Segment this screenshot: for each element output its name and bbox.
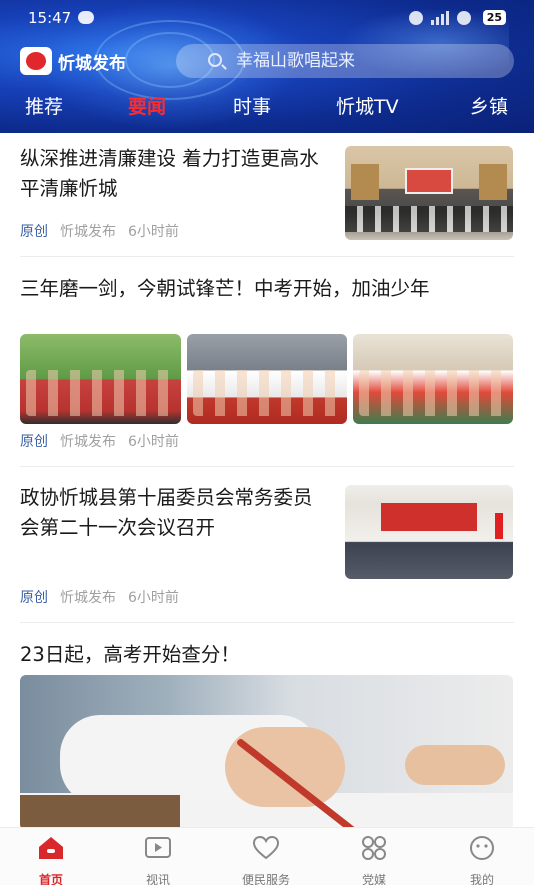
bottom-navigation: 首页 视讯 便民服务 党媒 我的 xyxy=(0,827,534,885)
tab-towns[interactable]: 乡镇 xyxy=(470,92,508,119)
nav-label: 党媒 xyxy=(361,873,386,885)
nav-label: 首页 xyxy=(38,873,63,885)
brand[interactable]: 忻城发布 xyxy=(20,47,126,75)
wifi-icon xyxy=(456,10,471,25)
battery-indicator: 25 xyxy=(482,10,506,25)
article-title: 政协忻城县第十届委员会常务委员会第二十一次会议召开 xyxy=(20,486,313,539)
search-icon xyxy=(208,53,222,67)
article-meta: 原创 忻城发布 6小时前 xyxy=(20,431,179,451)
nav-home[interactable]: 首页 xyxy=(11,828,91,885)
alarm-icon xyxy=(408,10,423,25)
article-tag: 原创 xyxy=(20,224,48,240)
article-time: 6小时前 xyxy=(128,434,179,450)
article-thumbnail xyxy=(345,485,513,579)
tab-recommend[interactable]: 推荐 xyxy=(25,92,63,119)
article-meta: 原创 忻城发布 6小时前 xyxy=(20,587,179,607)
tab-xincheng-tv[interactable]: 忻城TV xyxy=(336,92,399,119)
article-title: 23日起，高考开始查分！ xyxy=(20,643,240,666)
nav-profile[interactable]: 我的 xyxy=(442,828,522,885)
nav-label: 便民服务 xyxy=(241,873,290,885)
article-title: 纵深推进清廉建设 着力打造更高水平清廉忻城 xyxy=(20,147,319,200)
nav-services[interactable]: 便民服务 xyxy=(226,828,306,885)
article-image-3 xyxy=(353,334,513,424)
app-logo-icon xyxy=(20,47,52,75)
article-time: 6小时前 xyxy=(128,590,179,606)
signal-icon xyxy=(430,10,449,25)
article-time: 6小时前 xyxy=(128,224,179,240)
app-header: 15:47 25 忻城发布 幸福山歌唱起来 推荐 要闻 时事 忻城TV 乡镇 xyxy=(0,0,534,133)
article-large-image xyxy=(20,675,513,830)
article-meta: 原创 忻城发布 6小时前 xyxy=(20,221,179,241)
tab-current-affairs[interactable]: 时事 xyxy=(233,92,271,119)
search-placeholder: 幸福山歌唱起来 xyxy=(236,51,355,71)
search-bar[interactable]: 幸福山歌唱起来 xyxy=(176,44,514,78)
home-icon xyxy=(39,837,63,859)
article-image-1 xyxy=(20,334,181,424)
tab-news[interactable]: 要闻 xyxy=(128,92,166,119)
article-thumbnail xyxy=(345,146,513,240)
divider xyxy=(20,466,514,467)
grid-icon xyxy=(362,836,386,860)
divider xyxy=(20,256,514,257)
channel-tabs: 推荐 要闻 时事 忻城TV 乡镇 xyxy=(0,92,534,128)
video-play-icon xyxy=(145,837,171,858)
status-bar: 15:47 25 xyxy=(0,0,534,36)
article-tag: 原创 xyxy=(20,434,48,450)
nav-label: 我的 xyxy=(469,873,494,885)
article-source: 忻城发布 xyxy=(60,590,116,606)
status-icons: 25 xyxy=(408,10,506,25)
article-title: 三年磨一剑，今朝试锋芒！中考开始，加油少年 xyxy=(20,277,430,300)
nav-party-media[interactable]: 党媒 xyxy=(334,828,414,885)
status-time: 15:47 xyxy=(28,9,72,27)
heart-hands-icon xyxy=(252,835,280,860)
app-name: 忻城发布 xyxy=(58,53,126,74)
divider xyxy=(20,622,514,623)
nav-video[interactable]: 视讯 xyxy=(118,828,198,885)
article-tag: 原创 xyxy=(20,590,48,606)
article-source: 忻城发布 xyxy=(60,434,116,450)
smiley-profile-icon xyxy=(470,836,494,860)
chat-notification-icon xyxy=(78,11,94,24)
nav-label: 视讯 xyxy=(145,873,170,885)
article-image-2 xyxy=(187,334,347,424)
article-source: 忻城发布 xyxy=(60,224,116,240)
